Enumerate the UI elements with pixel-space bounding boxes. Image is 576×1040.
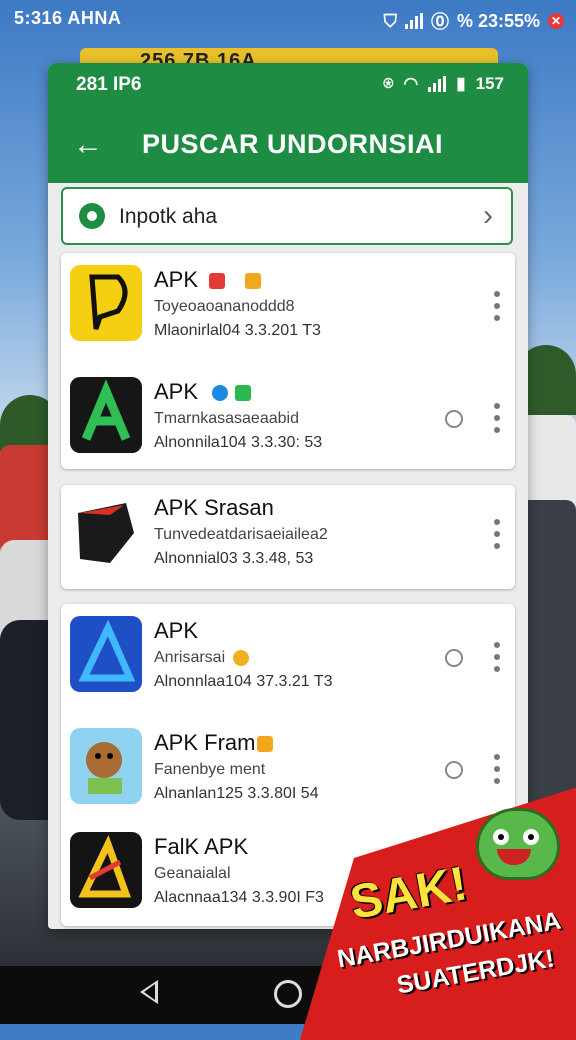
more-options-icon[interactable] bbox=[493, 291, 501, 321]
apk-blue-icon bbox=[70, 616, 142, 692]
app-description: Anrisarsai bbox=[154, 649, 226, 666]
page-title: PUSCAR UNDORNSIAI bbox=[142, 129, 444, 159]
search-input[interactable]: Inpotk aha bbox=[119, 205, 217, 229]
back-arrow-icon[interactable]: ← bbox=[70, 127, 106, 163]
app-description: Geanaialal bbox=[154, 865, 231, 882]
clock-icon bbox=[445, 649, 463, 667]
badge-icon bbox=[212, 385, 228, 401]
more-options-icon[interactable] bbox=[493, 642, 501, 672]
app-list-card: APK Toyeoaoananoddd8 Mlaonirlal04 3.3.20… bbox=[61, 253, 515, 469]
app-meta: Alnonnila104 3.3.30: 53 bbox=[154, 434, 323, 451]
list-item[interactable]: APK Tmarnkasasaeaabid Alnonnila104 3.3.3… bbox=[61, 365, 515, 475]
apk-red-icon bbox=[70, 493, 142, 569]
app-name: APK bbox=[154, 379, 199, 404]
app-status-time: 281 IP6 bbox=[76, 74, 142, 95]
app-description: Tmarnkasasaeaabid bbox=[154, 410, 299, 427]
app-meta: Alacnnaa134 3.3.90I F3 bbox=[154, 889, 324, 906]
nav-home-icon[interactable] bbox=[274, 980, 302, 1008]
data-icon: ⓪ bbox=[430, 12, 449, 32]
clock-icon bbox=[445, 410, 463, 428]
apk-green-icon bbox=[70, 377, 142, 453]
list-item[interactable]: APK Srasan Tunvedeatdarisaeiailea2 Alnon… bbox=[61, 481, 515, 591]
nav-back-icon[interactable] bbox=[140, 980, 158, 1004]
badge-icon bbox=[257, 736, 273, 752]
app-name: APK bbox=[154, 618, 199, 643]
app-list-card: APK Srasan Tunvedeatdarisaeiailea2 Alnon… bbox=[61, 485, 515, 589]
system-status-icons: ⛉ ⓪ % 23:55% ✕ bbox=[383, 8, 564, 34]
app-header: ← PUSCAR UNDORNSIAI bbox=[48, 107, 528, 183]
shield-icon: ⛉ bbox=[383, 10, 397, 31]
promo-sticker: SAK! NARBJIRDUIKANA SUATERDJK! bbox=[300, 780, 576, 1040]
app-meta: Mlaonirlal04 3.3.201 T3 bbox=[154, 322, 321, 339]
more-options-icon[interactable] bbox=[493, 519, 501, 549]
signal-icon bbox=[428, 76, 447, 92]
app-name: APK Srasan bbox=[154, 495, 274, 520]
app-description: Tunvedeatdarisaeiailea2 bbox=[154, 526, 328, 543]
signal-icon bbox=[404, 13, 423, 29]
app-name: APK Fram bbox=[154, 730, 256, 755]
badge-icon bbox=[209, 273, 225, 289]
system-status-bar: 5:316 AHNA ⛉ ⓪ % 23:55% ✕ bbox=[0, 0, 576, 36]
wifi-icon: ◠ bbox=[403, 74, 419, 93]
app-description: Fanenbye ment bbox=[154, 761, 266, 778]
notification-dot-icon: ✕ bbox=[548, 13, 564, 29]
app-name: FalK APK bbox=[154, 834, 249, 859]
apk-dark-icon bbox=[70, 832, 142, 908]
app-status-icons: ⍟ ◠ ▮ 157 bbox=[383, 74, 504, 94]
chevron-right-icon[interactable]: › bbox=[483, 199, 493, 233]
battery-icon: ▮ bbox=[456, 74, 466, 93]
search-bar[interactable]: Inpotk aha › bbox=[61, 187, 513, 245]
more-options-icon[interactable] bbox=[493, 403, 501, 433]
list-item[interactable]: APK Toyeoaoananoddd8 Mlaonirlal04 3.3.20… bbox=[61, 253, 515, 363]
clock-icon bbox=[445, 761, 463, 779]
app-meta: Alnonnial03 3.3.48, 53 bbox=[154, 550, 314, 567]
app-meta: Alnanlan125 3.3.80I 54 bbox=[154, 785, 319, 802]
list-item[interactable]: APK Anrisarsai Alnonnlaa104 37.3.21 T3 bbox=[61, 604, 515, 714]
badge-icon bbox=[245, 273, 261, 289]
apk-yellow-icon bbox=[70, 265, 142, 341]
battery-text: % 23:55% bbox=[456, 10, 540, 31]
mascot-icon bbox=[476, 808, 560, 880]
alarm-icon: ⍟ bbox=[383, 74, 394, 93]
app-description: Toyeoaoananoddd8 bbox=[154, 298, 295, 315]
app-meta: Alnonnlaa104 37.3.21 T3 bbox=[154, 673, 333, 690]
badge-icon bbox=[233, 650, 249, 666]
system-time: 5:316 AHNA bbox=[14, 8, 122, 28]
apk-farm-icon bbox=[70, 728, 142, 804]
badge-icon bbox=[235, 385, 251, 401]
location-pin-icon bbox=[79, 203, 105, 229]
app-name: APK bbox=[154, 267, 199, 292]
app-status-battery: 157 bbox=[475, 74, 504, 93]
app-status-bar: 281 IP6 ⍟ ◠ ▮ 157 bbox=[48, 63, 528, 107]
